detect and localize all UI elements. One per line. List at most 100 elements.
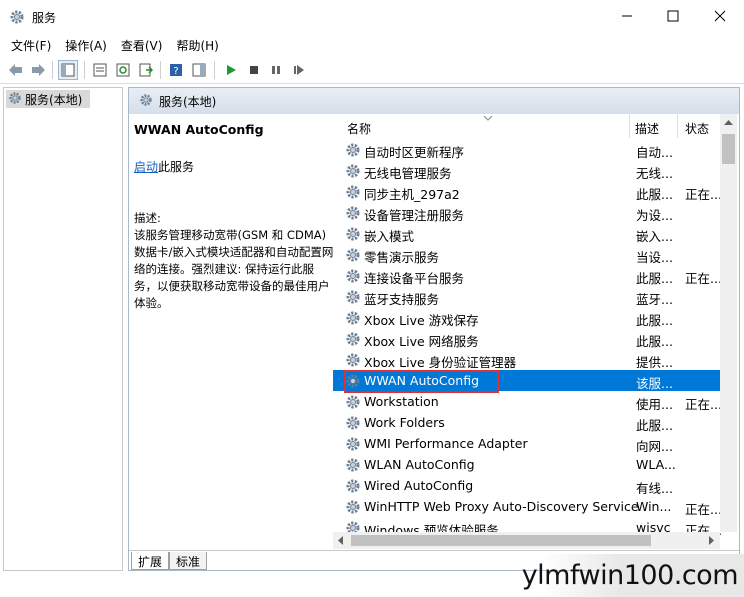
service-description-cell: 此服... (636, 187, 673, 202)
service-description-cell: 向网... (636, 439, 673, 454)
service-description-cell: 该服... (636, 376, 673, 391)
service-name-cell: WinHTTP Web Proxy Auto-Discovery Service (364, 499, 639, 514)
service-description-cell: 此服... (636, 271, 673, 286)
table-row[interactable]: Xbox Live 身份验证管理器 提供... (333, 349, 723, 370)
menu-view[interactable]: 查看(V) (114, 34, 170, 56)
table-row[interactable]: WLAN AutoConfig WLA... (333, 454, 723, 475)
service-name-cell: 嵌入模式 (364, 229, 415, 244)
console-tree-pane: 服务(本地) (3, 87, 123, 571)
service-gear-icon (345, 457, 361, 473)
help-icon[interactable]: ? (166, 60, 186, 80)
tab-extended[interactable]: 扩展 (131, 552, 170, 570)
table-row[interactable]: Wired AutoConfig 有线... (333, 475, 723, 496)
column-header-name[interactable]: 名称 (347, 120, 371, 137)
service-name-cell: 连接设备平台服务 (364, 271, 465, 286)
table-row[interactable]: 设备管理注册服务 为设... (333, 202, 723, 223)
start-service-play-icon[interactable] (221, 60, 241, 80)
service-name-cell: Workstation (364, 394, 439, 409)
vertical-scroll-thumb[interactable] (722, 134, 735, 164)
service-gear-icon (345, 268, 361, 284)
service-name-cell: 同步主机_297a2 (364, 187, 460, 202)
service-gear-icon (345, 436, 361, 452)
services-gear-icon (8, 91, 22, 108)
service-description-cell: 此服... (636, 334, 673, 349)
show-action-pane-icon[interactable] (189, 60, 209, 80)
table-row[interactable]: Xbox Live 游戏保存 此服... (333, 307, 723, 328)
services-list: 名称 描述 状态 自动时区更新程序 自动... 无线电管理服务 无线... 同步主机_2… (333, 114, 739, 548)
start-service-line: 启动此服务 (134, 158, 194, 175)
tab-standard[interactable]: 标准 (169, 552, 208, 570)
table-row[interactable]: WWAN AutoConfig 该服... (333, 370, 723, 393)
service-description-cell: 此服... (636, 313, 673, 328)
service-name-cell: Xbox Live 游戏保存 (364, 313, 479, 328)
table-row[interactable]: 无线电管理服务 无线... (333, 160, 723, 181)
export-list-icon[interactable] (136, 60, 156, 80)
service-gear-icon (345, 205, 361, 221)
horizontal-scroll-thumb[interactable] (351, 535, 651, 546)
table-row[interactable]: WMI Performance Adapter 向网... (333, 433, 723, 454)
service-description-cell: 当设... (636, 250, 673, 265)
close-button[interactable] (697, 0, 743, 32)
menu-help[interactable]: 帮助(H) (169, 34, 225, 56)
menu-file[interactable]: 文件(F) (4, 34, 58, 56)
services-gear-icon (139, 93, 153, 110)
service-gear-icon (345, 184, 361, 200)
table-row[interactable]: Workstation 使用... 正在... (333, 391, 723, 412)
service-gear-icon (345, 226, 361, 242)
service-gear-icon (345, 310, 361, 326)
table-row[interactable]: 自动时区更新程序 自动... (333, 139, 723, 160)
service-description-cell: 蓝牙... (636, 292, 673, 307)
service-gear-icon (345, 331, 361, 347)
service-gear-icon (345, 499, 361, 515)
service-name-cell: Xbox Live 网络服务 (364, 334, 479, 349)
table-row[interactable]: Xbox Live 网络服务 此服... (333, 328, 723, 349)
stop-service-icon[interactable] (244, 60, 264, 80)
service-gear-icon (345, 163, 361, 179)
horizontal-scrollbar[interactable] (333, 532, 720, 549)
tree-item-services-local[interactable]: 服务(本地) (6, 90, 90, 108)
service-description-cell: 有线... (636, 481, 673, 496)
service-gear-icon (345, 394, 361, 410)
table-row[interactable]: 连接设备平台服务 此服... 正在... (333, 265, 723, 286)
services-gear-icon (9, 9, 25, 25)
forward-arrow-icon[interactable] (28, 60, 48, 80)
minimize-button[interactable] (604, 0, 650, 32)
services-pane: 服务(本地) WWAN AutoConfig 启动此服务 描述: 该服务管理移动… (128, 87, 740, 571)
column-header-status[interactable]: 状态 (685, 120, 709, 137)
menu-action[interactable]: 操作(A) (58, 34, 114, 56)
column-header-description[interactable]: 描述 (635, 120, 659, 137)
table-row[interactable]: 嵌入模式 嵌入... (333, 223, 723, 244)
service-description-cell: Win... (636, 499, 672, 514)
back-arrow-icon[interactable] (6, 60, 26, 80)
watermark: ylmfwin100.com (522, 554, 744, 597)
window-title: 服务 (32, 11, 57, 25)
service-description-cell: WLA... (636, 457, 676, 472)
service-status-cell: 正在... (685, 271, 722, 286)
service-description-cell: 提供... (636, 355, 673, 370)
service-description-cell: 自动... (636, 145, 673, 160)
vertical-scrollbar[interactable] (720, 114, 737, 532)
table-row[interactable]: WinHTTP Web Proxy Auto-Discovery Service… (333, 496, 723, 517)
service-gear-icon (345, 352, 361, 368)
restart-service-icon[interactable] (289, 60, 309, 80)
service-gear-icon (345, 247, 361, 263)
pause-service-icon[interactable] (266, 60, 286, 80)
start-service-link[interactable]: 启动 (134, 160, 158, 174)
service-name-cell: 蓝牙支持服务 (364, 292, 440, 307)
table-row[interactable]: Work Folders 此服... (333, 412, 723, 433)
service-description-cell: 嵌入... (636, 229, 673, 244)
start-suffix: 此服务 (158, 160, 195, 174)
table-row[interactable]: 零售演示服务 当设... (333, 244, 723, 265)
table-row[interactable]: 蓝牙支持服务 蓝牙... (333, 286, 723, 307)
service-description-cell: 使用... (636, 397, 673, 412)
service-gear-icon (345, 478, 361, 494)
console-tree-icon[interactable] (58, 60, 78, 80)
tree-item-label: 服务(本地) (25, 92, 83, 107)
properties-icon[interactable] (90, 60, 110, 80)
table-row[interactable]: 同步主机_297a2 此服... 正在... (333, 181, 723, 202)
service-name-cell: Work Folders (364, 415, 445, 430)
menu-bar: 文件(F) 操作(A) 查看(V) 帮助(H) (0, 34, 744, 56)
toolbar: ? (0, 56, 744, 84)
maximize-button[interactable] (650, 0, 696, 32)
refresh-icon[interactable] (113, 60, 133, 80)
